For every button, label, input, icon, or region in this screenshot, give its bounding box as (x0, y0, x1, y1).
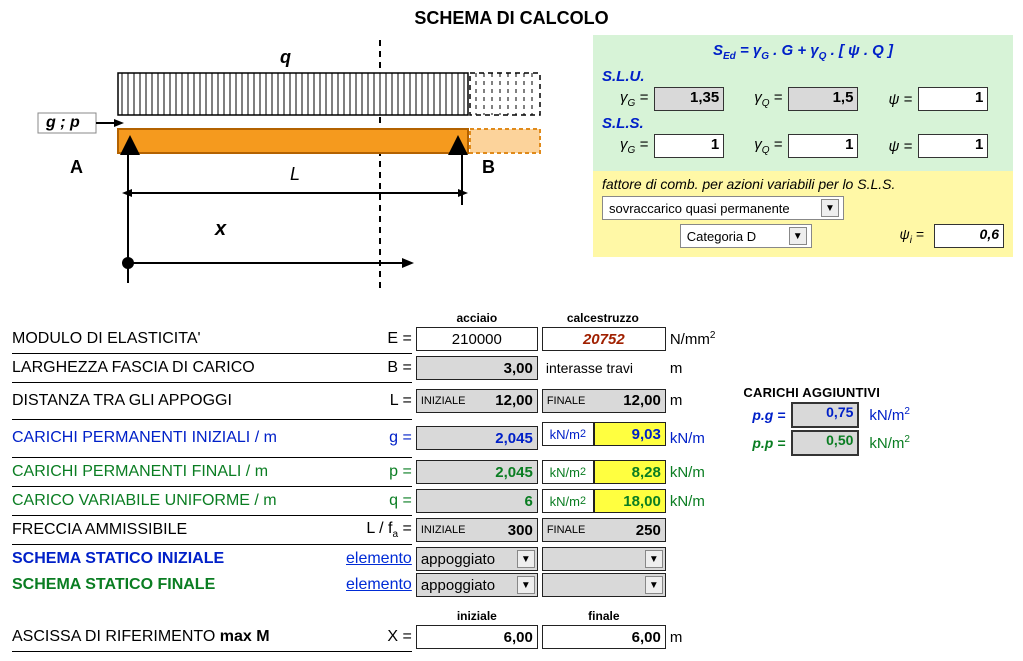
L-iniziale[interactable]: INIZIALE12,00 (416, 389, 538, 413)
p-yellow: 8,28 (594, 460, 666, 484)
row-modE-label: MODULO DI ELASTICITA' (10, 326, 344, 352)
row-fa-label: FRECCIA AMMISSIBILE (10, 517, 344, 543)
chevron-down-icon: ▼ (789, 227, 807, 245)
row-ssf-label: SCHEMA STATICO FINALE (10, 572, 344, 598)
svg-text:q: q (280, 47, 291, 67)
comb-note: fattore di comb. per azioni variabili pe… (602, 176, 1004, 192)
B-field[interactable]: 3,00 (416, 356, 538, 380)
svg-text:x: x (214, 218, 227, 240)
q-yellow: 18,00 (594, 489, 666, 513)
slu-gammaQ-field[interactable]: 1,5 (788, 87, 858, 111)
svg-text:B: B (482, 157, 495, 177)
elemento-link-fin[interactable]: elemento (344, 572, 414, 598)
modE-acciaio[interactable]: 210000 (416, 327, 538, 351)
slu-label: S.L.U. (602, 68, 1004, 85)
p-field[interactable]: 2,045 (416, 460, 538, 484)
ssf-select-2[interactable]: ▼ (542, 573, 666, 597)
sls-psi-field[interactable]: 1 (918, 134, 988, 158)
row-L-label: DISTANZA TRA GLI APPOGGI (10, 384, 344, 418)
psi-i-field[interactable]: 0,6 (934, 224, 1004, 248)
slu-gammaG-field[interactable]: 1,35 (654, 87, 724, 111)
X-iniziale[interactable]: 6,00 (416, 625, 538, 649)
page-title: SCHEMA DI CALCOLO (10, 8, 1013, 29)
L-finale[interactable]: FINALE12,00 (542, 389, 666, 413)
additional-loads: CARICHI AGGIUNTIVI p.g = 0,75 kN/m2 p.p … (743, 385, 910, 456)
pg-field[interactable]: 0,75 (791, 402, 859, 428)
row-p-label: CARICHI PERMANENTI FINALI / m (10, 459, 344, 485)
col-cls: calcestruzzo (542, 311, 664, 325)
q-field[interactable]: 6 (416, 489, 538, 513)
col-acciaio: acciaio (416, 311, 538, 325)
modE-cls: 20752 (542, 327, 666, 351)
category-select[interactable]: Categoria D ▼ (680, 224, 812, 248)
g-field[interactable]: 2,045 (416, 426, 538, 450)
chevron-down-icon: ▼ (645, 550, 663, 568)
ssf-select[interactable]: appoggiato▼ (416, 573, 538, 597)
fa-iniziale[interactable]: INIZIALE300 (416, 518, 538, 542)
pp-field[interactable]: 0,50 (791, 430, 859, 456)
ssi-select-2[interactable]: ▼ (542, 547, 666, 571)
svg-text:g ; p: g ; p (45, 114, 80, 131)
chevron-down-icon: ▼ (517, 576, 535, 594)
svg-text:A: A (70, 157, 83, 177)
slu-psi-field[interactable]: 1 (918, 87, 988, 111)
row-g-label: CARICHI PERMANENTI INIZIALI / m (10, 421, 344, 455)
parameters-grid: acciaio calcestruzzo MODULO DI ELASTICIT… (10, 310, 1013, 653)
ssi-select[interactable]: appoggiato▼ (416, 547, 538, 571)
beam-diagram: q (10, 35, 585, 298)
X-finale[interactable]: 6,00 (542, 625, 666, 649)
sls-label: S.L.S. (602, 115, 1004, 132)
sls-gammaQ-field[interactable]: 1 (788, 134, 858, 158)
chevron-down-icon: ▼ (645, 576, 663, 594)
g-yellow: 9,03 (594, 422, 666, 446)
svg-text:L: L (290, 164, 300, 184)
elemento-link-ini[interactable]: elemento (344, 546, 414, 572)
row-B-label: LARGHEZZA FASCIA DI CARICO (10, 355, 344, 381)
overload-type-select[interactable]: sovraccarico quasi permanente ▼ (602, 196, 844, 220)
variable-action-panel: fattore di comb. per azioni variabili pe… (593, 171, 1013, 257)
chevron-down-icon: ▼ (517, 550, 535, 568)
sls-gammaG-field[interactable]: 1 (654, 134, 724, 158)
formula-panel: SEd = γG . G + γQ . [ ψ . Q ] S.L.U. γG … (593, 35, 1013, 171)
row-q-label: CARICO VARIABILE UNIFORME / m (10, 488, 344, 514)
fa-finale[interactable]: FINALE250 (542, 518, 666, 542)
chevron-down-icon: ▼ (821, 199, 839, 217)
row-ssi-label: SCHEMA STATICO INIZIALE (10, 546, 344, 572)
